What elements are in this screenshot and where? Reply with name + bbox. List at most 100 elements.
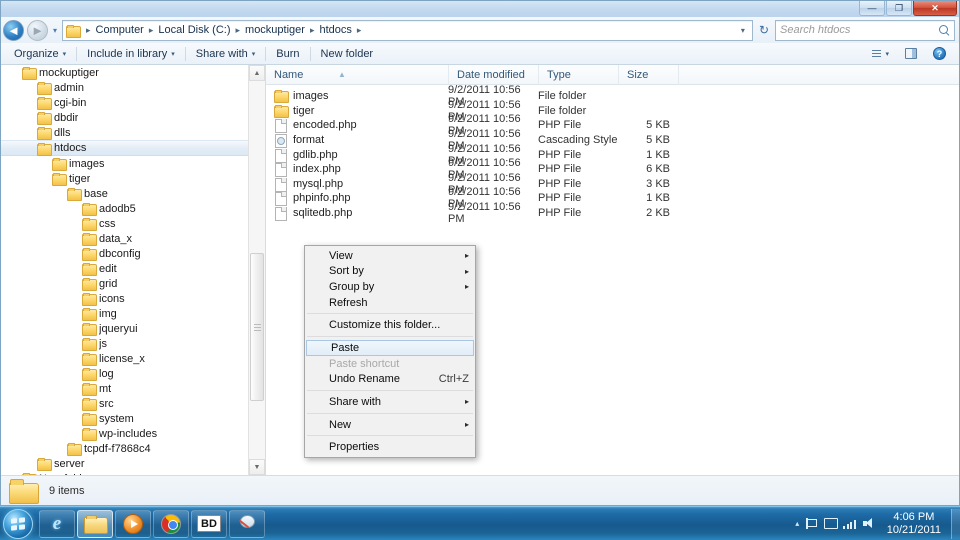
table-row[interactable]: mysql.php 9/2/2011 10:56 PM PHP File 3 KB <box>266 172 959 196</box>
tree-item-mockuptiger[interactable]: mockuptiger <box>1 65 248 80</box>
folder-icon <box>82 368 97 381</box>
scroll-down-button[interactable]: ▼ <box>249 459 265 475</box>
menu-item-share-with[interactable]: Share with ▸ <box>305 394 475 410</box>
tree-item-src[interactable]: src <box>1 396 248 411</box>
tree-item-label: images <box>69 157 105 170</box>
new-folder-button[interactable]: New folder <box>313 46 382 62</box>
back-button[interactable]: ◄ <box>3 19 24 41</box>
table-row[interactable]: encoded.php 9/2/2011 10:56 PM PHP File 5 KB <box>266 113 959 137</box>
tree-item-jqueryui[interactable]: jqueryui <box>1 321 248 336</box>
column-header-date-modified[interactable]: Date modified <box>448 65 538 85</box>
forward-button[interactable]: ► <box>27 19 48 41</box>
explorer-window: — ❐ ✕ ◄ ► ▾ ▸ Computer ▸ Local Disk (C:)… <box>0 0 960 506</box>
menu-item-sort-by[interactable]: Sort by ▸ <box>305 264 475 280</box>
tree-item-server[interactable]: server <box>1 456 248 471</box>
taskbar-item-internet-explorer[interactable]: e <box>39 509 75 538</box>
signal-bars-icon[interactable] <box>843 518 856 529</box>
column-header-name[interactable]: Name ▲ <box>266 65 448 85</box>
table-row[interactable]: phpinfo.php 9/2/2011 10:56 PM PHP File 1 KB <box>266 186 959 210</box>
breadcrumb-item-computer[interactable]: Computer <box>94 23 146 37</box>
tree-item-cgi-bin[interactable]: cgi-bin <box>1 95 248 110</box>
menu-item-properties[interactable]: Properties <box>305 439 475 455</box>
table-row[interactable]: sqlitedb.php 9/2/2011 10:56 PM PHP File 2 K… <box>266 201 959 225</box>
tree-item-log[interactable]: log <box>1 366 248 381</box>
tree-item-system[interactable]: system <box>1 411 248 426</box>
tree-item-license-x[interactable]: license_x <box>1 351 248 366</box>
minimize-button[interactable]: — <box>859 1 885 16</box>
menu-item-view[interactable]: View ▸ <box>305 248 475 264</box>
tree-item-images[interactable]: images <box>1 156 248 171</box>
tree-item-mt[interactable]: mt <box>1 381 248 396</box>
scrollbar-thumb[interactable] <box>250 253 264 401</box>
clock[interactable]: 4:06 PM 10/21/2011 <box>883 511 945 537</box>
volume-icon[interactable] <box>862 518 876 529</box>
tree-scrollbar[interactable]: ▲ ▼ <box>248 65 265 475</box>
file-name-cell: images <box>266 90 448 104</box>
menu-item-customize-this-folder[interactable]: Customize this folder... <box>305 317 475 333</box>
table-row[interactable]: format9/2/2011 10:56 PMCascading Style S… <box>266 128 959 152</box>
tree-item-grid[interactable]: grid <box>1 276 248 291</box>
tree-item-label: dbdir <box>54 111 79 124</box>
taskbar-item-google-chrome[interactable] <box>153 509 189 538</box>
tree-item-data-x[interactable]: data_x <box>1 231 248 246</box>
tree-item-wp-includes[interactable]: wp-includes <box>1 426 248 441</box>
close-button[interactable]: ✕ <box>913 1 957 16</box>
tree-item-dlls[interactable]: dlls <box>1 125 248 140</box>
table-row[interactable]: tiger 9/2/2011 10:56 PM File folder <box>266 99 959 123</box>
maximize-button[interactable]: ❐ <box>886 1 912 16</box>
action-center-flag-icon[interactable] <box>806 518 818 529</box>
tree-item-tcpdf-f7868c4[interactable]: tcpdf-f7868c4 <box>1 441 248 456</box>
taskbar-item-windows-explorer[interactable] <box>77 509 113 538</box>
tree-item-js[interactable]: js <box>1 336 248 351</box>
breadcrumb[interactable]: ▸ Computer ▸ Local Disk (C:) ▸ mockuptig… <box>62 19 753 41</box>
table-row[interactable]: gdlib.php 9/2/2011 10:56 PM PHP File 1 KB <box>266 143 959 167</box>
tree-item-dbdir[interactable]: dbdir <box>1 110 248 125</box>
taskbar-item-windows-media-player[interactable] <box>115 509 151 538</box>
column-header-size[interactable]: Size <box>618 65 678 85</box>
tree-item-dbconfig[interactable]: dbconfig <box>1 246 248 261</box>
menu-item-new[interactable]: New ▸ <box>305 417 475 433</box>
taskbar-item-bd-app[interactable]: BD <box>191 509 227 538</box>
tree-item-label: license_x <box>99 352 145 365</box>
breadcrumb-item-htdocs[interactable]: htdocs <box>317 23 353 37</box>
chevron-down-icon: ▾ <box>251 50 256 58</box>
tree-item-img[interactable]: img <box>1 306 248 321</box>
menu-item-paste[interactable]: Paste <box>306 339 474 356</box>
tree-item-new-folder[interactable]: New folder <box>1 471 248 475</box>
table-row[interactable]: index.php 9/2/2011 10:56 PM PHP File 6 KB <box>266 157 959 181</box>
burn-button[interactable]: Burn <box>268 46 307 62</box>
scroll-up-button[interactable]: ▲ <box>249 65 265 81</box>
organize-button[interactable]: Organize ▾ <box>6 46 74 62</box>
folder-icon <box>37 82 52 95</box>
show-desktop-button[interactable] <box>951 508 960 539</box>
menu-item-refresh[interactable]: Refresh <box>305 295 475 311</box>
include-in-library-button[interactable]: Include in library ▾ <box>79 46 183 62</box>
tree-item-icons[interactable]: icons <box>1 291 248 306</box>
tree-item-edit[interactable]: edit <box>1 261 248 276</box>
tree-item-adodb5[interactable]: adodb5 <box>1 201 248 216</box>
show-hidden-icons-icon[interactable]: ▴ <box>795 519 799 528</box>
network-icon[interactable] <box>824 518 839 529</box>
menu-item-group-by[interactable]: Group by ▸ <box>305 279 475 295</box>
recent-locations-button[interactable]: ▾ <box>51 26 59 35</box>
preview-pane-button[interactable] <box>897 46 925 61</box>
change-view-button[interactable]: ▾ <box>864 48 897 60</box>
tree-item-admin[interactable]: admin <box>1 80 248 95</box>
tree-item-tiger[interactable]: tiger <box>1 171 248 186</box>
share-with-button[interactable]: Share with ▾ <box>188 46 264 62</box>
refresh-icon[interactable]: ↻ <box>756 23 772 37</box>
table-row[interactable]: images 9/2/2011 10:56 PM File folder <box>266 84 959 108</box>
column-header-type[interactable]: Type <box>538 65 618 85</box>
search-input[interactable]: Search htdocs <box>775 19 955 41</box>
chevron-down-icon[interactable]: ▾ <box>741 26 749 35</box>
menu-item-undo-rename[interactable]: Undo Rename Ctrl+Z <box>305 372 475 388</box>
tree-item-htdocs[interactable]: htdocs <box>1 140 248 156</box>
context-menu: View ▸ Sort by ▸ Group by ▸ Refresh Customize t… <box>304 245 476 458</box>
breadcrumb-item-local-disk[interactable]: Local Disk (C:) <box>156 23 232 37</box>
taskbar-item-paint-tool-app[interactable] <box>229 509 265 538</box>
help-button[interactable]: ? <box>925 45 954 62</box>
breadcrumb-item-mockuptiger[interactable]: mockuptiger <box>243 23 307 37</box>
start-button[interactable] <box>3 508 33 539</box>
tree-item-css[interactable]: css <box>1 216 248 231</box>
tree-item-base[interactable]: base <box>1 186 248 201</box>
